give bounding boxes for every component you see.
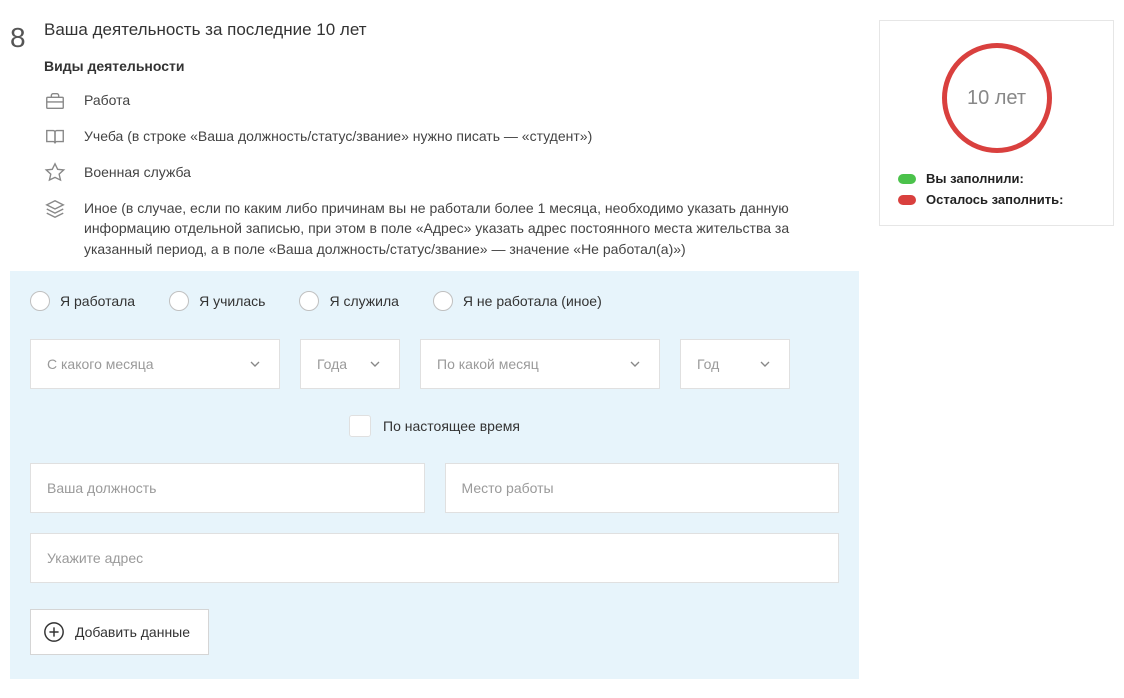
address-input[interactable]: [30, 533, 839, 583]
to-year-select[interactable]: Год: [680, 339, 790, 389]
progress-card: 10 лет Вы заполнили: Осталось заполнить:: [879, 20, 1114, 226]
activity-type-radios: Я работала Я училась Я служила Я не рабо…: [30, 291, 839, 311]
activity-military: Военная служба: [44, 162, 859, 184]
radio-not-worked[interactable]: Я не работала (иное): [433, 291, 602, 311]
section-title: Ваша деятельность за последние 10 лет: [44, 20, 859, 40]
select-placeholder: Год: [697, 356, 719, 372]
legend-remaining: Осталось заполнить:: [898, 192, 1095, 207]
select-placeholder: С какого месяца: [47, 356, 154, 372]
radio-label: Я работала: [60, 293, 135, 309]
activity-study: Учеба (в строке «Ваша должность/статус/з…: [44, 126, 859, 148]
activity-label: Иное (в случае, если по каким либо причи…: [84, 198, 859, 259]
activity-label: Военная служба: [84, 162, 191, 182]
radio-label: Я служила: [329, 293, 398, 309]
chevron-down-icon: [757, 356, 773, 372]
activity-label: Учеба (в строке «Ваша должность/статус/з…: [84, 126, 592, 146]
activity-type-list: Работа Учеба (в строке «Ваша должность/с…: [44, 90, 859, 259]
legend-label: Осталось заполнить:: [926, 192, 1063, 207]
from-year-select[interactable]: Года: [300, 339, 400, 389]
layers-icon: [44, 198, 66, 220]
pill-red-icon: [898, 195, 916, 205]
legend-filled: Вы заполнили:: [898, 171, 1095, 186]
radio-label: Я училась: [199, 293, 265, 309]
chevron-down-icon: [367, 356, 383, 372]
radio-icon: [433, 291, 453, 311]
present-time-row: По настоящее время: [30, 415, 839, 437]
present-checkbox-label: По настоящее время: [383, 418, 520, 434]
radio-icon: [30, 291, 50, 311]
select-placeholder: По какой месяц: [437, 356, 539, 372]
to-month-select[interactable]: По какой месяц: [420, 339, 660, 389]
chevron-down-icon: [627, 356, 643, 372]
activity-label: Работа: [84, 90, 130, 110]
present-checkbox[interactable]: [349, 415, 371, 437]
book-icon: [44, 126, 66, 148]
position-input[interactable]: [30, 463, 425, 513]
radio-icon: [169, 291, 189, 311]
briefcase-icon: [44, 90, 66, 112]
activity-form-panel: Я работала Я училась Я служила Я не рабо…: [10, 271, 859, 679]
legend-label: Вы заполнили:: [926, 171, 1024, 186]
add-data-button[interactable]: Добавить данные: [30, 609, 209, 655]
radio-icon: [299, 291, 319, 311]
select-placeholder: Года: [317, 356, 347, 372]
radio-label: Я не работала (иное): [463, 293, 602, 309]
radio-worked[interactable]: Я работала: [30, 291, 135, 311]
workplace-input[interactable]: [445, 463, 840, 513]
pill-green-icon: [898, 174, 916, 184]
chevron-down-icon: [247, 356, 263, 372]
add-button-label: Добавить данные: [75, 624, 190, 640]
activity-other: Иное (в случае, если по каким либо причи…: [44, 198, 859, 259]
star-icon: [44, 162, 66, 184]
progress-ring: 10 лет: [942, 43, 1052, 153]
activity-work: Работа: [44, 90, 859, 112]
period-select-row: С какого месяца Года По какой месяц: [30, 339, 839, 389]
ring-label: 10 лет: [967, 87, 1026, 110]
subsection-title: Виды деятельности: [44, 58, 859, 74]
plus-circle-icon: [43, 621, 65, 643]
radio-studied[interactable]: Я училась: [169, 291, 265, 311]
from-month-select[interactable]: С какого месяца: [30, 339, 280, 389]
radio-served[interactable]: Я служила: [299, 291, 398, 311]
